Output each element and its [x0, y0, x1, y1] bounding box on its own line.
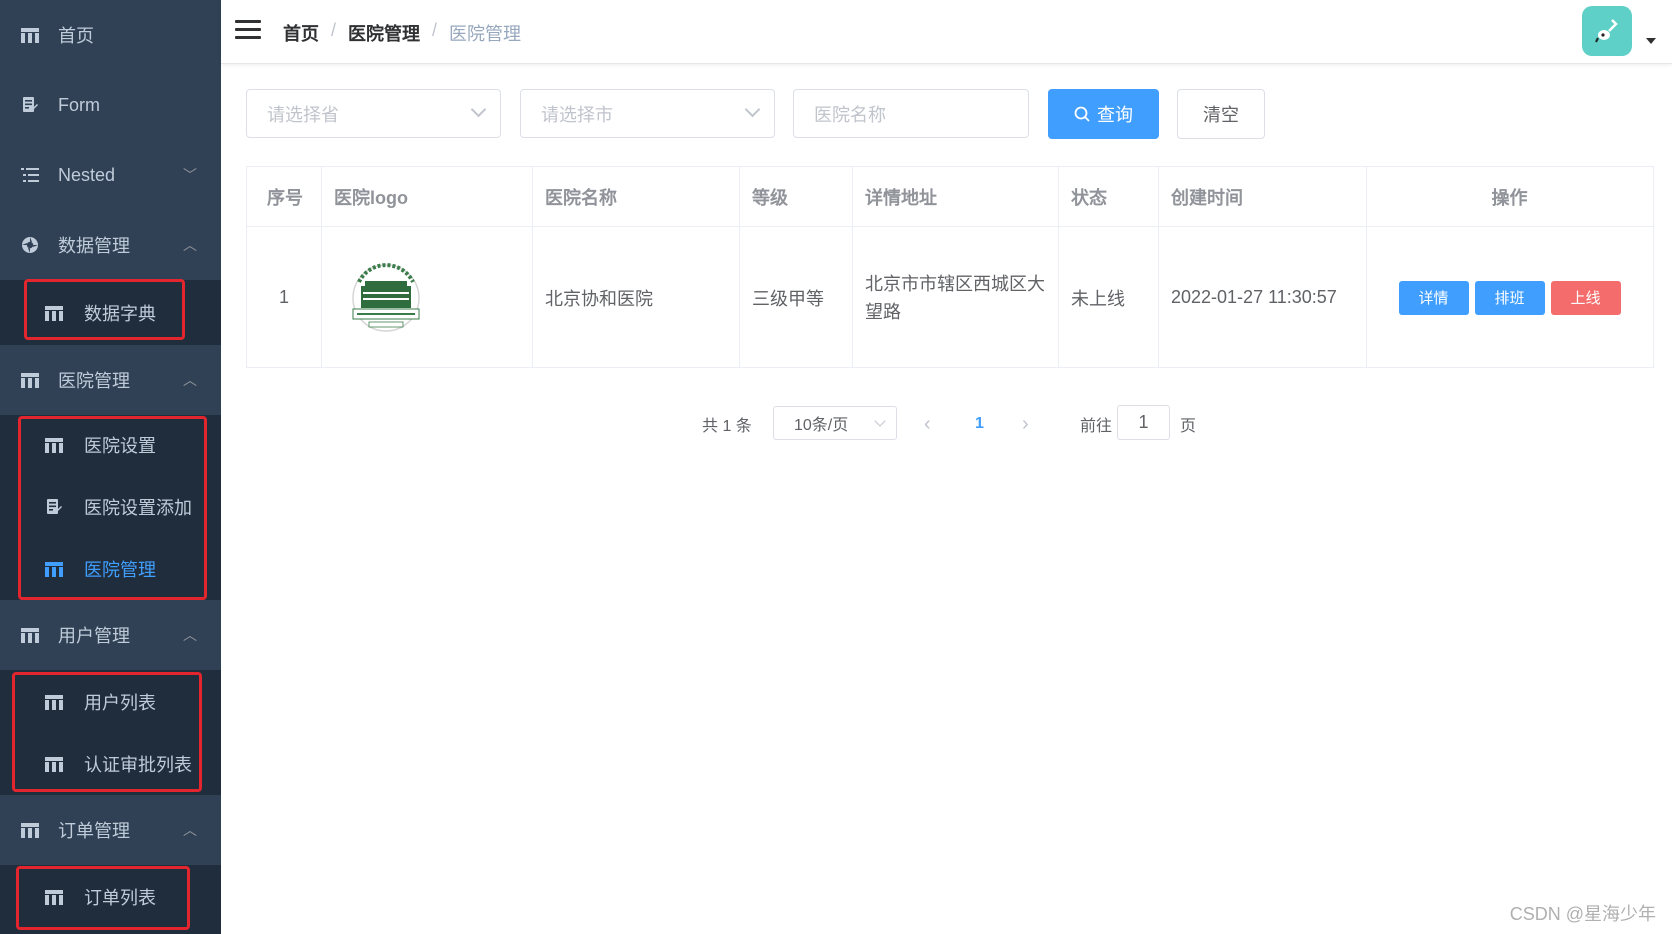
watermark: CSDN @星海少年 [1509, 904, 1656, 924]
hospital-logo [321, 227, 532, 368]
sidebar-item-data-mgmt[interactable]: 数据管理 ︿ [0, 210, 221, 280]
chevron-down-icon [874, 415, 886, 427]
column-header: 状态 [1058, 167, 1158, 227]
chevron-down-icon [470, 101, 487, 118]
column-header: 创建时间 [1158, 167, 1366, 227]
breadcrumb-item-home[interactable]: 首页 [283, 20, 319, 46]
page-suffix: 页 [1180, 418, 1197, 435]
goto-page-input[interactable]: 1 [1117, 405, 1170, 440]
caret-down-icon[interactable] [1646, 38, 1656, 44]
hospital-status: 未上线 [1071, 288, 1125, 309]
search-icon [1074, 106, 1090, 122]
grid-icon [20, 625, 40, 645]
page-size-select[interactable]: 10条/页 [773, 406, 897, 440]
highlight-box [18, 416, 207, 600]
sidebar-item-nested[interactable]: Nested ﹀ [0, 140, 221, 210]
grid-icon [20, 25, 40, 45]
grid-icon [20, 370, 40, 390]
sidebar: 首页 Form Nested ﹀ 数据管理 ︿ 数据字典 医院管理 ︿ 医院设置 [0, 0, 221, 934]
sidebar-item-order-mgmt[interactable]: 订单管理 ︿ [0, 795, 221, 865]
province-select[interactable]: 请选择省 [246, 89, 501, 138]
breadcrumb-separator: / [432, 20, 438, 40]
form-icon [20, 95, 40, 115]
created-time: 2022-01-27 11:30:57 [1171, 287, 1337, 307]
goto-label: 前往 [1080, 418, 1113, 435]
sidebar-item-user-mgmt[interactable]: 用户管理 ︿ [0, 600, 221, 670]
next-page-button[interactable]: › [1022, 406, 1029, 442]
detail-button[interactable]: 详情 [1398, 280, 1469, 315]
column-header: 医院logo [321, 167, 532, 227]
hospital-name-placeholder: 医院名称 [814, 104, 886, 125]
sidebar-item-label: 订单管理 [58, 821, 130, 841]
column-header: 操作 [1366, 167, 1653, 227]
grid-icon [20, 820, 40, 840]
breadcrumb-item-current: 医院管理 [449, 24, 522, 44]
list-icon [20, 165, 40, 185]
column-header: 详情地址 [852, 167, 1058, 227]
sidebar-item-form[interactable]: Form [0, 70, 221, 140]
pagination-total: 共 1 条 [702, 418, 752, 435]
sidebar-item-label: Nested [58, 164, 116, 185]
chevron-up-icon: ︿ [183, 372, 197, 388]
avatar[interactable] [1582, 6, 1632, 56]
city-select[interactable]: 请选择市 [520, 89, 775, 138]
hospital-table: 序号 医院logo 医院名称 等级 详情地址 状态 创建时间 操作 1 北京协和… [246, 166, 1654, 368]
chevron-up-icon: ︿ [183, 627, 197, 643]
sidebar-item-hospital-mgmt[interactable]: 医院管理 ︿ [0, 345, 221, 415]
sidebar-item-label: 医院管理 [58, 371, 130, 391]
hospital-name-input[interactable]: 医院名称 [793, 89, 1029, 138]
hospital-address: 北京市市辖区西城区大望路 [865, 273, 1045, 322]
breadcrumb-item-hospital-mgmt[interactable]: 医院管理 [348, 20, 420, 46]
hospital-logo-image [352, 262, 420, 332]
guitar-icon [1595, 19, 1618, 43]
chevron-up-icon: ︿ [183, 237, 197, 253]
column-header: 序号 [247, 167, 321, 227]
chevron-down-icon: ﹀ [183, 167, 197, 183]
highlight-box [16, 866, 190, 930]
hospital-level: 三级甲等 [752, 288, 824, 309]
online-button[interactable]: 上线 [1550, 280, 1621, 315]
city-select-placeholder: 请选择市 [541, 104, 613, 125]
breadcrumb: 首页 / 医院管理 / 医院管理 [283, 20, 521, 46]
query-button[interactable]: 查询 [1048, 89, 1159, 139]
clear-button[interactable]: 清空 [1177, 89, 1265, 139]
sidebar-item-label: Form [58, 94, 100, 115]
row-actions: 详情 排班 上线 [1366, 227, 1653, 368]
hospital-name: 北京协和医院 [545, 288, 653, 309]
chevron-down-icon [744, 101, 761, 118]
highlight-box [12, 672, 202, 792]
navbar: 首页 / 医院管理 / 医院管理 [221, 0, 1672, 64]
province-select-placeholder: 请选择省 [267, 104, 339, 125]
page-size-value: 10条/页 [794, 417, 849, 434]
sidebar-item-label: 首页 [58, 26, 94, 46]
sidebar-item-home[interactable]: 首页 [0, 0, 221, 70]
chevron-up-icon: ︿ [183, 822, 197, 838]
page-number-current[interactable]: 1 [975, 406, 984, 442]
column-header: 医院名称 [532, 167, 739, 227]
hamburger-icon[interactable] [235, 20, 261, 40]
highlight-box [24, 279, 185, 340]
prev-page-button[interactable]: ‹ [924, 406, 931, 442]
schedule-button[interactable]: 排班 [1474, 280, 1545, 315]
query-button-label: 查询 [1097, 105, 1133, 125]
aperture-icon [20, 235, 40, 255]
sidebar-item-label: 用户管理 [58, 626, 130, 646]
row-index: 1 [278, 287, 289, 307]
breadcrumb-separator: / [331, 20, 337, 40]
clear-button-label: 清空 [1203, 105, 1239, 125]
column-header: 等级 [739, 167, 852, 227]
sidebar-item-label: 数据管理 [58, 236, 130, 256]
